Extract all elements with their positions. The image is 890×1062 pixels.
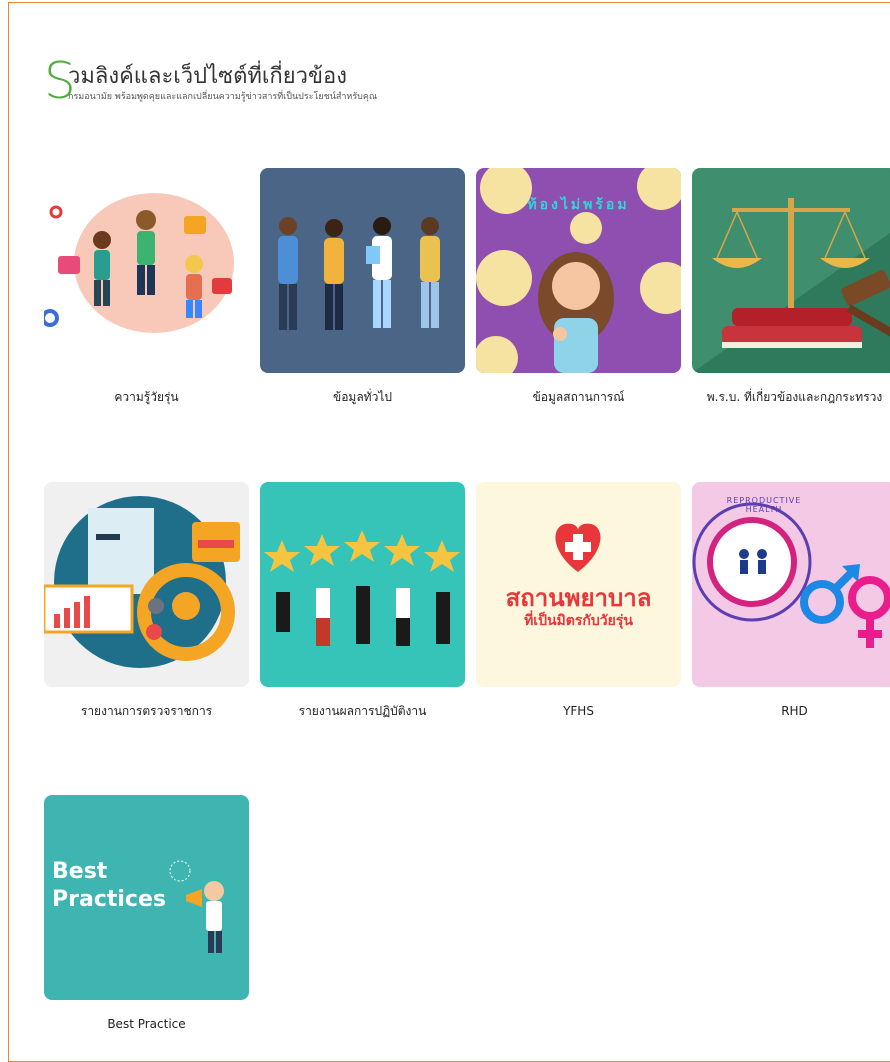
page-title: วมลิงค์และเว็ปไซต์ที่เกี่ยวข้อง bbox=[68, 64, 347, 89]
link-card-situation[interactable]: ท้องไม่พร้อม ข้อมูลสถานการณ์ bbox=[476, 168, 681, 407]
card-label[interactable]: Best Practice bbox=[44, 1014, 249, 1034]
situation-image[interactable]: ท้องไม่พร้อม bbox=[476, 168, 681, 373]
link-card-general-info[interactable]: ข้อมูลทั่วไป bbox=[260, 168, 465, 407]
rhd-image[interactable]: REPRODUCTIVE HEALTH bbox=[692, 482, 890, 687]
yfhs-image[interactable]: สถานพยาบาล ที่เป็นมิตรกับวัยรุ่น bbox=[476, 482, 681, 687]
performance-report-image[interactable] bbox=[260, 482, 465, 687]
link-card-best-practice[interactable]: Best Practices Best Practice bbox=[44, 795, 249, 1034]
link-card-performance-report[interactable]: รายงานผลการปฏิบัติงาน bbox=[260, 482, 465, 721]
link-card-inspection-report[interactable]: รายงานการตรวจราชการ bbox=[44, 482, 249, 721]
page-subtitle: กรมอนามัย พร้อมพูดคุยและแลกเปลี่ยนความรู… bbox=[68, 92, 378, 102]
link-card-rhd[interactable]: REPRODUCTIVE HEALTH RHD bbox=[692, 482, 890, 721]
link-card-yfhs[interactable]: สถานพยาบาล ที่เป็นมิตรกับวัยรุ่น YFHS bbox=[476, 482, 681, 721]
general-info-image[interactable] bbox=[260, 168, 465, 373]
card-label[interactable]: ข้อมูลสถานการณ์ bbox=[476, 387, 681, 407]
inspection-report-image[interactable] bbox=[44, 482, 249, 687]
best-practice-image[interactable]: Best Practices bbox=[44, 795, 249, 1000]
teen-knowledge-image[interactable] bbox=[44, 168, 249, 373]
card-label[interactable]: ความรู้วัยรุ่น bbox=[44, 387, 249, 407]
link-card-teen-knowledge[interactable]: ความรู้วัยรุ่น bbox=[44, 168, 249, 407]
link-card-acts-laws[interactable]: พ.ร.บ. ที่เกี่ยวข้องและกฎกระทรวง bbox=[692, 168, 890, 407]
card-label[interactable]: รายงานผลการปฏิบัติงาน bbox=[260, 701, 465, 721]
situation-overlay-text: ท้องไม่พร้อม bbox=[527, 197, 630, 213]
card-label[interactable]: พ.ร.บ. ที่เกี่ยวข้องและกฎกระทรวง bbox=[692, 387, 890, 407]
best-practice-overlay-line2: Practices bbox=[52, 887, 166, 912]
acts-laws-image[interactable] bbox=[692, 168, 890, 373]
card-label[interactable]: รายงานการตรวจราชการ bbox=[44, 701, 249, 721]
yfhs-overlay-subtitle: ที่เป็นมิตรกับวัยรุ่น bbox=[524, 613, 633, 629]
card-label[interactable]: RHD bbox=[692, 701, 890, 721]
card-label[interactable]: YFHS bbox=[476, 701, 681, 721]
card-label[interactable]: ข้อมูลทั่วไป bbox=[260, 387, 465, 407]
rhd-overlay-text: REPRODUCTIVE HEALTH bbox=[726, 496, 802, 514]
best-practice-overlay-line1: Best bbox=[52, 859, 108, 884]
